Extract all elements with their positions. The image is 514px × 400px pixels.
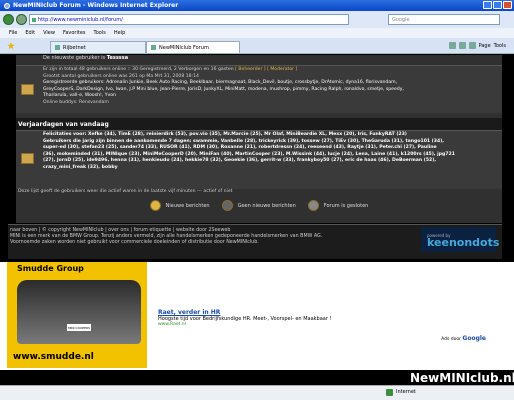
tab-label: NewMINIclub Forum xyxy=(159,44,209,51)
forum-legend: Nieuwe berichten Geen nieuwe berichten F… xyxy=(16,193,502,218)
minimize-button[interactable] xyxy=(483,1,492,9)
birthday-icon xyxy=(21,153,34,164)
ad-title-link[interactable]: Raet, verder in HR xyxy=(158,309,418,316)
online-buddies: Online buddys: Rensvandam xyxy=(43,99,109,105)
ie-icon xyxy=(4,2,10,9)
online-users-text: Er zijn in totaal 48 gebruikers online :… xyxy=(43,67,498,106)
window-controls xyxy=(483,1,512,9)
mod-legend: [ Moderator ] xyxy=(267,67,298,72)
search-input[interactable]: Google xyxy=(388,14,500,25)
menu-edit[interactable]: Edit xyxy=(25,30,35,36)
tab-label: Rijbetnet xyxy=(63,44,86,51)
legend-label: Forum is gesloten xyxy=(323,202,369,209)
tab-page-icon xyxy=(55,45,60,50)
menu-bar: File Edit View Favorites Tools Help xyxy=(0,28,514,38)
back-button[interactable] xyxy=(3,14,14,25)
legend-new-posts: Nieuwe berichten xyxy=(149,200,210,211)
ads-by-google[interactable]: Ads door Google xyxy=(441,335,486,342)
window-title: NewMINIclub Forum - Windows Internet Exp… xyxy=(13,2,179,9)
birthdays-upcoming-5[interactable]: crazy_mini_freak (32), bobby xyxy=(43,165,118,170)
forum-statistics-box: De nieuwste gebruiker is Tessssa Er zijn… xyxy=(16,55,502,223)
car-plate: MINI COOPERS xyxy=(67,324,91,331)
online-count: Er zijn in totaal 48 gebruikers online :… xyxy=(43,67,234,72)
internet-zone-icon xyxy=(386,389,393,396)
keenondots-logo: keenondots xyxy=(427,235,500,249)
tab-rijbetnet[interactable]: Rijbetnet xyxy=(50,41,146,53)
tab-page-icon xyxy=(151,45,156,50)
smudde-url: www.smudde.nl xyxy=(13,352,94,362)
birthdays-today[interactable]: Felicitaties voor: Xefke (34), TimE (28)… xyxy=(43,132,407,137)
legend-no-new-posts: Geen nieuwe berichten xyxy=(221,200,296,211)
menu-file[interactable]: File xyxy=(9,30,17,36)
window-titlebar: NewMINIclub Forum - Windows Internet Exp… xyxy=(0,0,514,11)
page-icon xyxy=(32,17,36,22)
menu-view[interactable]: View xyxy=(43,30,55,36)
menu-help[interactable]: Help xyxy=(114,30,125,36)
google-logo: Google xyxy=(462,335,486,342)
admin-legend: [ Beheerder ] xyxy=(235,67,266,72)
print-icon[interactable] xyxy=(468,42,476,49)
site-footer: naar boven | © copyright NewMINIclub | o… xyxy=(8,224,502,259)
address-bar-row: http://www.newminiclub.nl/forum/ Google xyxy=(0,11,514,28)
ads-by-prefix: Ads door xyxy=(441,337,461,342)
powered-by-banner[interactable]: powered by keenondots xyxy=(421,227,500,252)
maximize-button[interactable] xyxy=(493,1,502,9)
legend-label: Geen nieuwe berichten xyxy=(237,202,296,209)
ad-display-url[interactable]: www.Raet.nl xyxy=(158,322,418,327)
home-icon[interactable] xyxy=(448,42,456,49)
page-menu-button[interactable]: Page xyxy=(479,43,491,49)
text-ad: Raet, verder in HR Hoogste tijd voor Bed… xyxy=(158,309,418,327)
close-button[interactable] xyxy=(503,1,512,9)
advertisement-area: Smudde Group MINI COOPERS www.smudde.nl … xyxy=(0,262,514,370)
status-zone-text: Internet xyxy=(396,389,416,395)
command-bar: Page Tools xyxy=(448,42,506,49)
menu-tools[interactable]: Tools xyxy=(94,30,106,36)
newest-user-line: De nieuwste gebruiker is Tessssa xyxy=(16,55,502,64)
no-new-posts-icon xyxy=(221,200,233,211)
status-bar: Internet xyxy=(0,385,514,400)
smudde-banner[interactable]: Smudde Group MINI COOPERS www.smudde.nl xyxy=(7,262,147,368)
tab-newminiclub-forum[interactable]: NewMINIclub Forum xyxy=(146,41,240,53)
feeds-icon[interactable] xyxy=(458,42,466,49)
birthdays-text: Felicitaties voor: Xefke (34), TimE (28)… xyxy=(43,132,498,171)
online-users-icon xyxy=(21,84,34,95)
smudde-brand: Smudde Group xyxy=(17,264,84,273)
newest-user-link[interactable]: Tessssa xyxy=(107,55,128,61)
new-posts-icon xyxy=(149,200,161,211)
birthdays-row: Felicitaties voor: Xefke (34), TimE (28)… xyxy=(16,130,502,189)
forward-button[interactable] xyxy=(16,14,27,25)
mini-car-image: MINI COOPERS xyxy=(17,280,141,344)
who-is-online-row: Er zijn in totaal 48 gebruikers online :… xyxy=(16,65,502,113)
birthdays-upcoming[interactable]: Gebruikers die jarig zijn binnen de aank… xyxy=(43,139,444,144)
legend-forum-locked: Forum is gesloten xyxy=(307,200,369,211)
birthdays-upcoming-3[interactable]: (36), mokeminded (31), MINIque (23), Min… xyxy=(43,152,455,157)
legend-label: Nieuwe berichten xyxy=(165,202,210,209)
birthdays-upcoming-2[interactable]: super-ed (30), stefan23 (25), sander74 (… xyxy=(43,145,437,150)
birthdays-header: Verjaardagen van vandaag xyxy=(16,118,502,130)
tools-menu-button[interactable]: Tools xyxy=(494,43,506,49)
birthdays-upcoming-4[interactable]: (27), JornD (25), ide9496, henna (31), h… xyxy=(43,158,436,163)
tab-bar: Rijbetnet NewMINIclub Forum Page Tools xyxy=(0,38,514,54)
address-url: http://www.newminiclub.nl/forum/ xyxy=(38,16,123,23)
menu-favorites[interactable]: Favorites xyxy=(63,30,86,36)
favorites-star-icon[interactable] xyxy=(7,42,15,50)
search-placeholder: Google xyxy=(392,16,410,23)
newminiclub-watermark: NewMINIclub.nl xyxy=(410,371,514,385)
forum-locked-icon xyxy=(307,200,319,211)
newest-user-prefix: De nieuwste gebruiker is xyxy=(43,55,106,61)
address-field[interactable]: http://www.newminiclub.nl/forum/ xyxy=(29,14,349,25)
